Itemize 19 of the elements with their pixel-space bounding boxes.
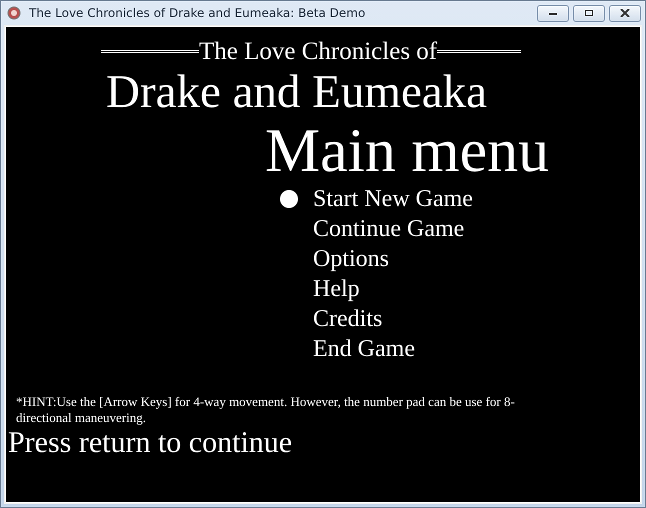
- minimize-icon: [548, 10, 558, 16]
- minimize-button[interactable]: [537, 4, 569, 22]
- maximize-button[interactable]: [573, 4, 605, 22]
- menu-item[interactable]: End Game: [313, 334, 415, 364]
- hint-text: *HINT:Use the [Arrow Keys] for 4-way movement. However, the number pad can be use for 8-directional maneuvering.: [16, 394, 516, 426]
- maximize-icon: [584, 9, 594, 17]
- menu-item[interactable]: Options: [313, 244, 390, 274]
- menu-item[interactable]: Help: [313, 274, 360, 304]
- menu-item[interactable]: Start New Game: [313, 184, 473, 214]
- subtitle: The Love Chronicles of: [199, 38, 438, 66]
- close-button[interactable]: [609, 4, 641, 22]
- menu-item[interactable]: Credits: [313, 304, 382, 334]
- menu-item[interactable]: Continue Game: [313, 214, 464, 244]
- close-icon: [620, 9, 630, 17]
- game-title: Drake and Eumeaka: [106, 66, 488, 118]
- app-icon: [7, 6, 21, 20]
- continue-prompt: Press return to continue: [8, 426, 292, 459]
- menu-heading: Main menu: [265, 117, 550, 185]
- window-title: The Love Chronicles of Drake and Eumeaka: Beta Demo: [29, 5, 366, 22]
